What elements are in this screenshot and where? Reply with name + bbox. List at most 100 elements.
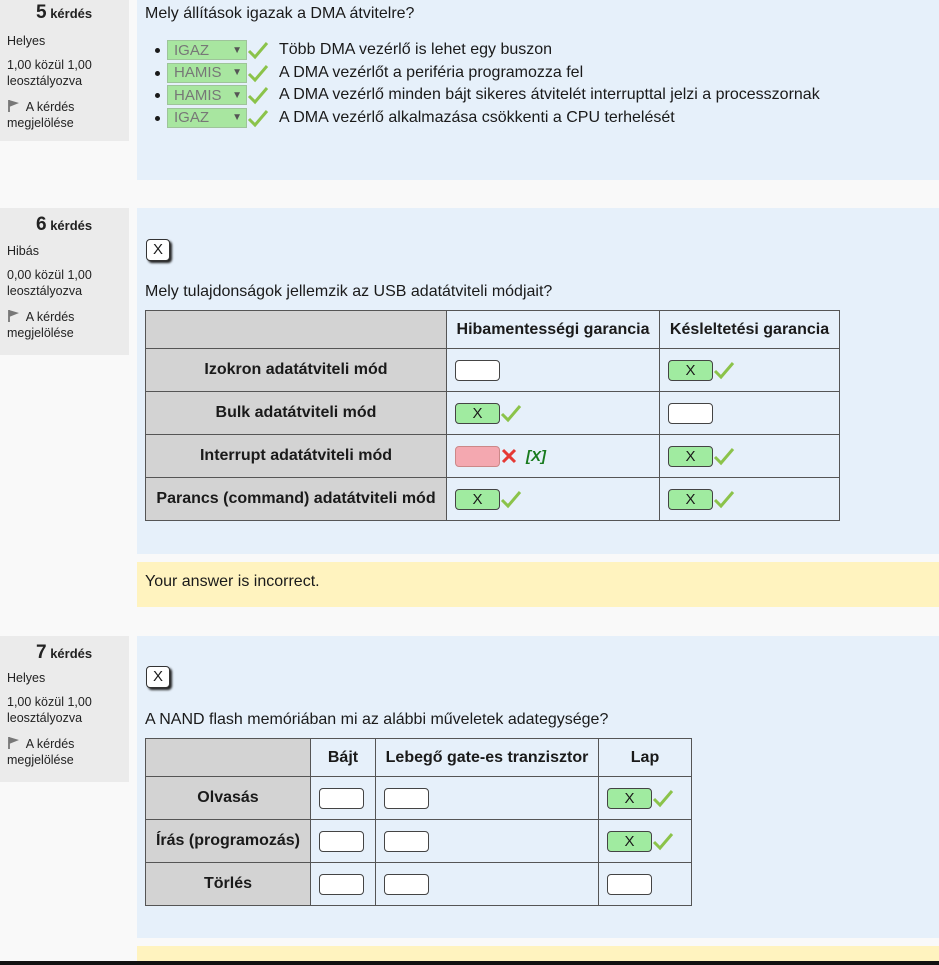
correct-check-icon [652,790,674,808]
answer-checkbox[interactable]: X [668,488,713,510]
answer-select[interactable]: HAMIS ▼ [167,62,247,83]
statement-list: IGAZ ▼ Több DMA vezérlő is lehet egy busz… [155,39,820,130]
answer-checkbox[interactable] [319,830,364,852]
matrix-row: Izokron adatátviteli mód X [145,348,840,392]
dropdown-arrow-icon: ▼ [232,44,242,56]
answer-checkbox[interactable]: X [607,830,652,852]
matrix-row: Bulk adatátviteli mód X [145,391,840,435]
column-header: Bájt [310,738,376,777]
flag-icon [8,310,19,322]
bottom-edge [0,961,939,965]
feedback-text: Your answer is incorrect. [145,573,320,590]
row-header: Interrupt adatátviteli mód [145,434,447,478]
answer-select[interactable]: HAMIS ▼ [167,85,247,106]
correct-check-icon [713,448,735,466]
answer-checkbox[interactable] [384,873,429,895]
answer-checkbox[interactable]: X [668,359,713,381]
matrix-row: Írás (programozás) X [145,819,692,863]
question-grade: 0,00 közül 1,00 leosztályozva [7,268,92,298]
flag-icon [8,737,19,749]
statement-item: IGAZ ▼ Több DMA vezérlő is lehet egy busz… [155,39,820,62]
question-state: Helyes [7,671,46,685]
correct-answer-hint: [X] [526,447,546,465]
question-text: Mely tulajdonságok jellemzik az USB adat… [145,283,553,300]
correct-check-icon [652,833,674,851]
column-header: Hibamentességi garancia [446,310,660,349]
dropdown-arrow-icon: ▼ [232,89,242,101]
answer-checkbox[interactable]: X [668,445,713,467]
question-content: X A NAND flash memóriában mi az alábbi m… [137,636,939,938]
row-header: Törlés [145,862,311,906]
row-header: Olvasás [145,776,311,820]
correct-check-icon [247,109,269,127]
question-7: 7 kérdés Helyes 1,00 közül 1,00 leosztál… [0,636,939,965]
correct-check-icon [500,491,522,509]
answer-matrix: Bájt Lebegő gate-es tranzisztor Lap Olva… [145,738,692,906]
answer-checkbox[interactable]: X [455,488,500,510]
answer-checkbox[interactable] [455,359,500,381]
incorrect-cross-icon [501,448,517,464]
clear-selection-button[interactable]: X [146,666,170,688]
correct-check-icon [247,42,269,60]
correct-check-icon [500,405,522,423]
answer-checkbox[interactable] [607,873,652,895]
answer-select[interactable]: IGAZ ▼ [167,40,247,61]
question-state: Helyes [7,34,46,48]
row-header: Parancs (command) adatátviteli mód [145,477,447,521]
question-grade: 1,00 közül 1,00 leosztályozva [7,58,92,88]
question-number: 7 kérdés [36,642,93,663]
dropdown-arrow-icon: ▼ [232,112,242,124]
question-number: 6 kérdés [36,214,93,235]
question-text: Mely állítások igazak a DMA átvitelre? [145,5,415,22]
flag-question-link[interactable]: A kérdés megjelölése [7,309,129,341]
question-grade: 1,00 közül 1,00 leosztályozva [7,695,92,725]
question-info: 7 kérdés Helyes 1,00 közül 1,00 leosztál… [0,636,129,782]
question-info: 5 kérdés Helyes 1,00 közül 1,00 leosztál… [0,0,129,141]
flag-icon [8,100,19,112]
statement-text: A DMA vezérlő minden bájt sikeres átvite… [279,86,820,104]
matrix-row: Törlés [145,862,692,906]
row-header: Izokron adatátviteli mód [145,348,447,392]
row-header: Írás (programozás) [145,819,311,863]
answer-checkbox[interactable]: X [455,402,500,424]
matrix-row: Interrupt adatátviteli mód [X] X [145,434,840,478]
statement-item: HAMIS ▼ A DMA vezérlő minden bájt sikeres… [155,84,820,107]
statement-text: A DMA vezérlő alkalmazása csökkenti a CP… [279,108,675,126]
matrix-row: Olvasás X [145,776,692,820]
matrix-corner [145,310,447,349]
answer-checkbox[interactable] [384,787,429,809]
feedback-box: Your answer is incorrect. [137,562,939,607]
flag-question-link[interactable]: A kérdés megjelölése [7,99,129,131]
statement-item: HAMIS ▼ A DMA vezérlőt a periféria progra… [155,62,820,85]
answer-matrix: Hibamentességi garancia Késleltetési gar… [145,310,840,521]
correct-check-icon [247,87,269,105]
statement-text: Több DMA vezérlő is lehet egy buszon [279,41,553,59]
question-6: 6 kérdés Hibás 0,00 közül 1,00 leosztály… [0,208,939,608]
question-content: Mely állítások igazak a DMA átvitelre? I… [137,0,939,180]
matrix-corner [145,738,311,777]
answer-checkbox[interactable] [319,873,364,895]
answer-checkbox[interactable] [384,830,429,852]
answer-select[interactable]: IGAZ ▼ [167,107,247,128]
column-header: Lebegő gate-es tranzisztor [375,738,599,777]
column-header: Késleltetési garancia [659,310,840,349]
question-info: 6 kérdés Hibás 0,00 közül 1,00 leosztály… [0,208,129,355]
clear-selection-button[interactable]: X [146,239,170,261]
statement-text: A DMA vezérlőt a periféria programozza f… [279,63,584,81]
correct-check-icon [713,491,735,509]
question-text: A NAND flash memóriában mi az alábbi műv… [145,711,609,728]
question-5: 5 kérdés Helyes 1,00 közül 1,00 leosztál… [0,0,939,180]
row-header: Bulk adatátviteli mód [145,391,447,435]
answer-checkbox[interactable] [668,402,713,424]
correct-check-icon [713,362,735,380]
question-number: 5 kérdés [36,2,93,23]
answer-checkbox[interactable]: X [607,787,652,809]
flag-question-link[interactable]: A kérdés megjelölése [7,736,129,768]
answer-checkbox[interactable] [319,787,364,809]
dropdown-arrow-icon: ▼ [232,67,242,79]
answer-checkbox[interactable] [455,445,500,467]
question-state: Hibás [7,244,39,258]
correct-check-icon [247,64,269,82]
matrix-row: Parancs (command) adatátviteli mód X X [145,477,840,521]
statement-item: IGAZ ▼ A DMA vezérlő alkalmazása csökkent… [155,107,820,130]
